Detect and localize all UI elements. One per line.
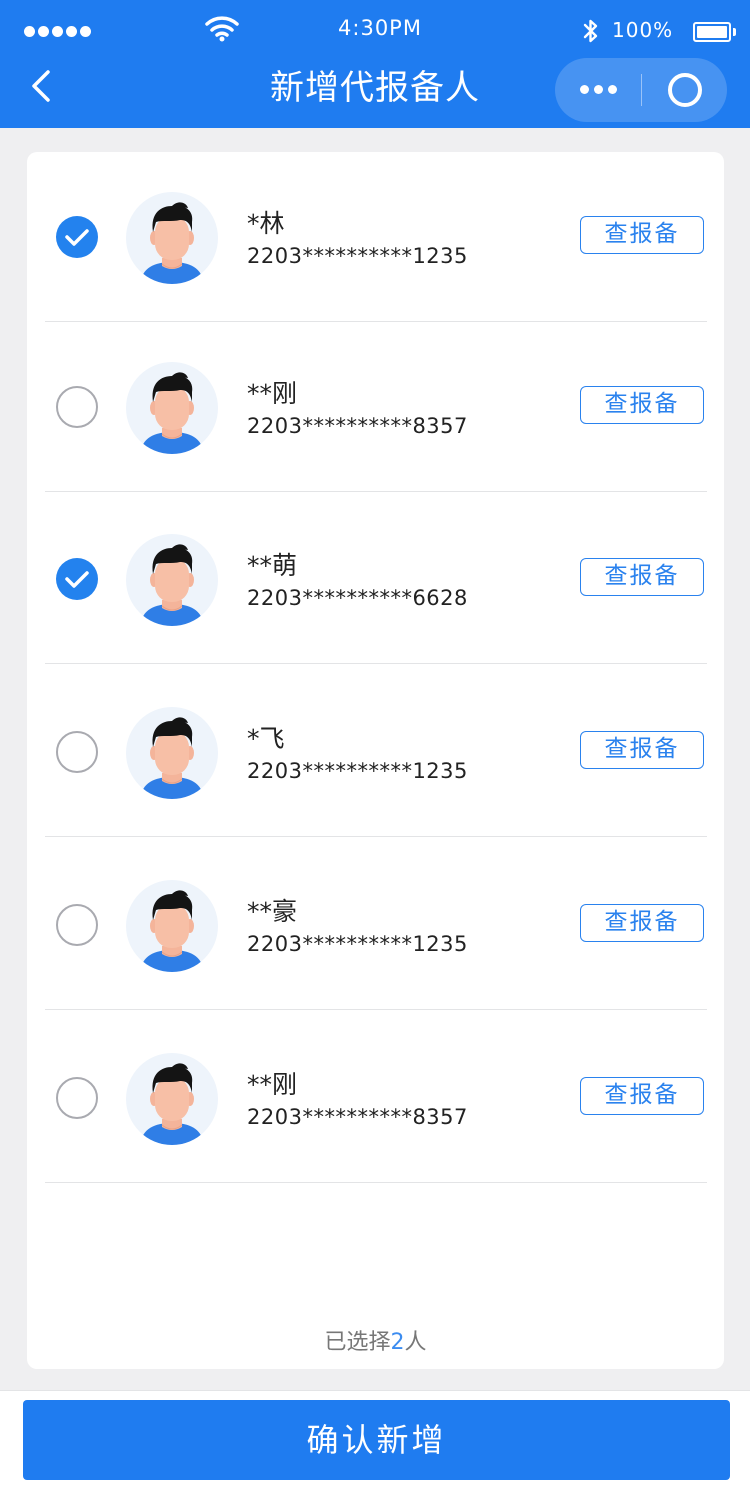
battery-percent: 100% (612, 18, 674, 42)
person-id-number: 2203**********1235 (247, 244, 468, 268)
view-report-button[interactable]: 查报备 (580, 731, 704, 769)
view-report-button[interactable]: 查报备 (580, 1077, 704, 1115)
view-report-button[interactable]: 查报备 (580, 386, 704, 424)
row-divider (45, 1009, 707, 1010)
avatar (126, 1053, 218, 1145)
person-id-number: 2203**********6628 (247, 586, 468, 610)
person-row[interactable]: **刚 2203**********8357 查报备 (27, 322, 724, 492)
person-row[interactable]: *飞 2203**********1235 查报备 (27, 667, 724, 837)
row-divider (45, 663, 707, 664)
unchecked-circle-icon[interactable] (56, 904, 98, 946)
unchecked-circle-icon[interactable] (56, 1077, 98, 1119)
person-name: *飞 (247, 724, 285, 753)
avatar (126, 534, 218, 626)
checked-circle-icon[interactable] (56, 216, 98, 258)
person-row[interactable]: **刚 2203**********8357 查报备 (27, 1013, 724, 1183)
person-name: *林 (247, 209, 285, 238)
avatar (126, 880, 218, 972)
avatar (126, 707, 218, 799)
person-row[interactable]: **萌 2203**********6628 查报备 (27, 494, 724, 664)
more-menu-button[interactable] (555, 58, 641, 122)
selected-count-text: 已选择2人 (324, 1330, 427, 1355)
row-divider (45, 1182, 707, 1183)
nav-header: 4:30PM 100% 新增代报备人 (0, 0, 750, 128)
more-dots-icon (580, 85, 589, 94)
person-name: **刚 (247, 379, 298, 408)
person-id-number: 2203**********1235 (247, 759, 468, 783)
person-name: **萌 (247, 551, 298, 580)
close-capsule-button[interactable] (642, 58, 727, 122)
person-name: **豪 (247, 897, 298, 926)
mini-program-capsule (555, 58, 727, 122)
confirm-add-button[interactable]: 确认新增 (23, 1400, 730, 1480)
view-report-button[interactable]: 查报备 (580, 904, 704, 942)
target-icon (668, 73, 702, 107)
unchecked-circle-icon[interactable] (56, 731, 98, 773)
person-id-number: 2203**********8357 (247, 1105, 468, 1129)
view-report-button[interactable]: 查报备 (580, 558, 704, 596)
avatar (126, 362, 218, 454)
status-bar: 4:30PM 100% (0, 0, 750, 60)
view-report-button[interactable]: 查报备 (580, 216, 704, 254)
battery-icon (693, 22, 736, 42)
avatar (126, 192, 218, 284)
person-id-number: 2203**********8357 (247, 414, 468, 438)
row-divider (45, 836, 707, 837)
person-list-card: *林 2203**********1235 查报备 **刚 2203*********… (27, 152, 724, 1369)
person-name: **刚 (247, 1070, 298, 1099)
row-divider (45, 491, 707, 492)
unchecked-circle-icon[interactable] (56, 386, 98, 428)
person-id-number: 2203**********1235 (247, 932, 468, 956)
person-row[interactable]: *林 2203**********1235 查报备 (27, 152, 724, 322)
bluetooth-icon (583, 19, 598, 43)
person-row[interactable]: **豪 2203**********1235 查报备 (27, 840, 724, 1010)
checked-circle-icon[interactable] (56, 558, 98, 600)
selected-count-number: 2 (390, 1330, 405, 1355)
